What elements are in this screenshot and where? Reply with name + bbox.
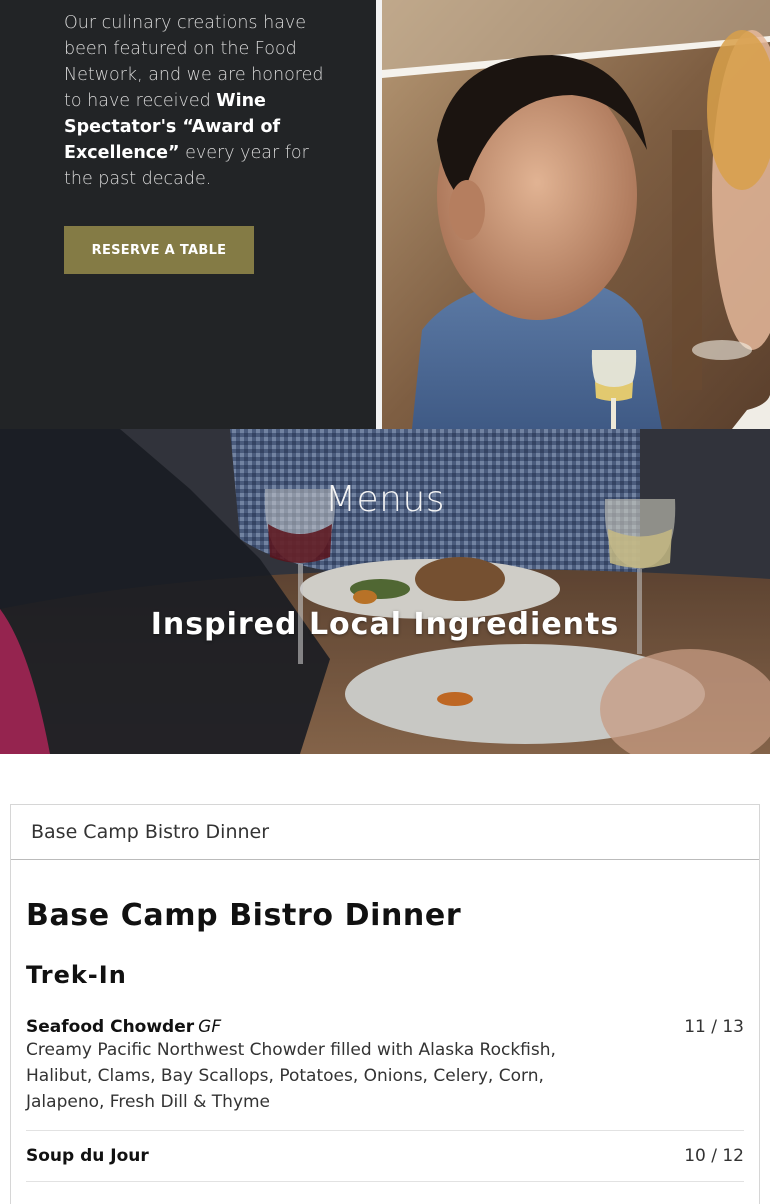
about-section: Our culinary creations have been feature…	[0, 0, 770, 429]
item-price: 11 / 13	[684, 1017, 744, 1037]
dining-table-photo	[0, 429, 770, 754]
about-paragraph: Our culinary creations have been feature…	[64, 10, 326, 192]
item-name: Soup du Jour	[26, 1146, 149, 1166]
about-text-part-1: Our culinary creations have been feature…	[64, 13, 324, 111]
menus-title: Menus	[324, 479, 446, 520]
item-divider	[26, 1130, 744, 1131]
reserve-table-button[interactable]: RESERVE A TABLE	[64, 226, 254, 274]
item-divider	[26, 1181, 744, 1182]
item-description: Creamy Pacific Northwest Chowder filled …	[26, 1040, 556, 1112]
diners-photo-art	[382, 0, 770, 429]
item-name: Seafood Chowder	[26, 1017, 195, 1037]
menu-section-title: Trek-In	[26, 961, 127, 989]
menu-panel: Base Camp Bistro Dinner Base Camp Bistro…	[10, 804, 760, 1204]
menus-banner: Menus Inspired Local Ingredients	[0, 429, 770, 754]
item-diet-tag: GF	[198, 1017, 222, 1037]
menu-item: Soup du Jour 10 / 12	[26, 1146, 744, 1166]
about-text-panel: Our culinary creations have been feature…	[0, 0, 376, 429]
menu-item: Seafood Chowder GF 11 / 13 Creamy Pacific…	[26, 1017, 744, 1115]
menu-tab-bar: Base Camp Bistro Dinner	[11, 805, 759, 860]
tab-base-camp-bistro-dinner[interactable]: Base Camp Bistro Dinner	[31, 821, 269, 843]
menu-heading: Base Camp Bistro Dinner	[26, 898, 462, 933]
diners-photo	[382, 0, 770, 429]
item-price: 10 / 12	[684, 1146, 744, 1166]
menus-subtitle: Inspired Local Ingredients	[150, 607, 620, 642]
